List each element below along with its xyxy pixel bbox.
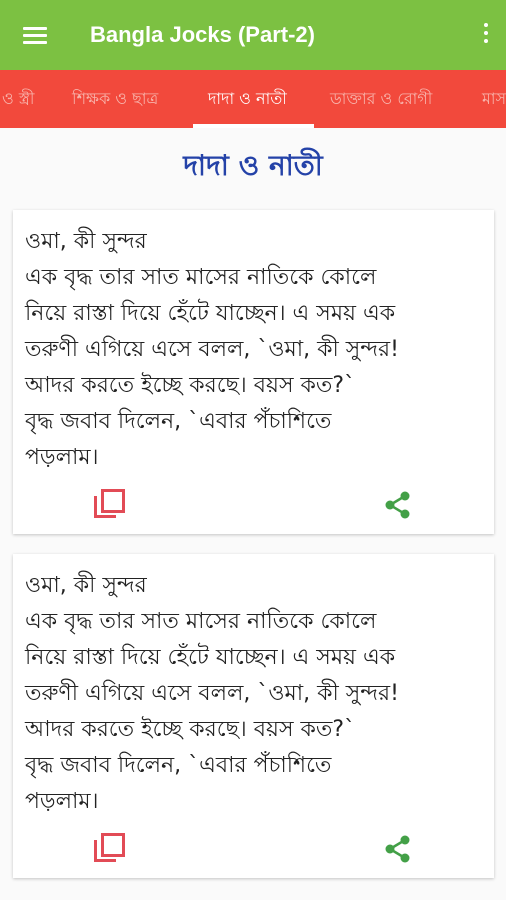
more-vert-icon[interactable] <box>480 23 492 47</box>
tab-wife[interactable]: ও স্ত্রী <box>2 70 34 128</box>
copy-button[interactable] <box>92 488 126 522</box>
joke-card: ওমা, কী সুন্দর এক বৃদ্ধ তার সাত মাসের না… <box>13 554 494 878</box>
joke-card: ওমা, কী সুন্দর এক বৃদ্ধ তার সাত মাসের না… <box>13 210 494 534</box>
app-bar: Bangla Jocks (Part-2) <box>0 0 506 70</box>
tab-teacher-student[interactable]: শিক্ষক ও ছাত্র <box>72 70 158 128</box>
joke-line: এক বৃদ্ধ তার সাত মাসের নাতিকে কোলে <box>25 609 377 634</box>
share-icon[interactable] <box>383 490 413 520</box>
joke-line: পড়লাম। <box>25 445 99 470</box>
joke-line: আদর করতে ইচ্ছে করছে। বয়স কত?` <box>25 717 356 742</box>
joke-text: ওমা, কী সুন্দর এক বৃদ্ধ তার সাত মাসের না… <box>25 224 485 476</box>
section-title: দাদা ও নাতী <box>183 149 323 182</box>
joke-line: বৃদ্ধ জবাব দিলেন, `এবার পঁচাশিতে <box>25 753 332 778</box>
tab-next[interactable]: মাস <box>482 70 506 128</box>
app-title: Bangla Jocks (Part-2) <box>90 22 315 47</box>
share-icon[interactable] <box>383 834 413 864</box>
tab-doctor-patient[interactable]: ডাক্তার ও রোগী <box>330 70 432 128</box>
joke-line: তরুণী এগিয়ে এসে বলল, `ওমা, কী সুন্দর! <box>25 337 399 362</box>
tab-bar: ও স্ত্রী শিক্ষক ও ছাত্র দাদা ও নাতী ডাক্… <box>0 70 506 128</box>
menu-button[interactable] <box>0 0 70 70</box>
joke-text: ওমা, কী সুন্দর এক বৃদ্ধ তার সাত মাসের না… <box>25 568 485 820</box>
joke-line: তরুণী এগিয়ে এসে বলল, `ওমা, কী সুন্দর! <box>25 681 399 706</box>
joke-line: আদর করতে ইচ্ছে করছে। বয়স কত?` <box>25 373 356 398</box>
tab-grandpa-grandson[interactable]: দাদা ও নাতী <box>208 70 287 128</box>
joke-line: এক বৃদ্ধ তার সাত মাসের নাতিকে কোলে <box>25 265 377 290</box>
joke-line: নিয়ে রাস্তা দিয়ে হেঁটে যাচ্ছেন। এ সময়… <box>25 301 396 326</box>
joke-line: বৃদ্ধ জবাব দিলেন, `এবার পঁচাশিতে <box>25 409 332 434</box>
joke-title: ওমা, কী সুন্দর <box>25 573 147 598</box>
joke-line: পড়লাম। <box>25 789 99 814</box>
joke-title: ওমা, কী সুন্দর <box>25 229 147 254</box>
joke-line: নিয়ে রাস্তা দিয়ে হেঁটে যাচ্ছেন। এ সময়… <box>25 645 396 670</box>
copy-button[interactable] <box>92 832 126 866</box>
active-tab-indicator <box>193 124 314 128</box>
hamburger-menu-icon <box>23 23 47 48</box>
